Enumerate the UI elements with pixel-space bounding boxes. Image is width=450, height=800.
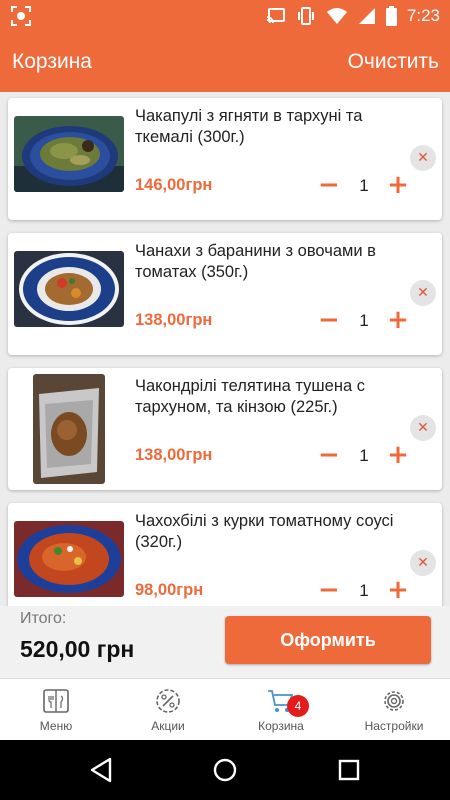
dish-name: Чакондрілі телятина тушена с тархуном, т… xyxy=(135,377,365,416)
tab-label: Акции xyxy=(151,719,185,733)
remove-item-button[interactable]: ✕ xyxy=(410,145,436,171)
dish-price: 98,00грн xyxy=(135,581,204,599)
tab-label: Настройки xyxy=(364,719,424,733)
dish-image xyxy=(14,116,124,192)
increase-quantity-button[interactable]: + xyxy=(386,441,410,471)
wifi-icon xyxy=(326,8,347,24)
quantity-value: 1 xyxy=(359,446,369,465)
remove-item-button[interactable]: ✕ xyxy=(410,415,436,441)
cart-item[interactable]: Чакондрілі телятина тушена с тархуном, т… xyxy=(8,368,442,490)
quantity-value: 1 xyxy=(359,176,369,195)
dish-image xyxy=(33,374,105,484)
total-value: 520,00 грн xyxy=(20,636,135,662)
total-label: Итого: xyxy=(20,610,67,627)
remove-item-button[interactable]: ✕ xyxy=(410,550,436,576)
bottom-tab-bar: Меню Акции 4 Корзина Настройки xyxy=(0,678,450,740)
quantity-value: 1 xyxy=(359,581,369,600)
increase-quantity-button[interactable]: + xyxy=(386,576,410,606)
dish-name: Чахохбілі з курки томатному соусі (320г.… xyxy=(135,512,394,551)
remove-item-button[interactable]: ✕ xyxy=(410,280,436,306)
decrease-quantity-button[interactable]: − xyxy=(318,306,340,336)
decrease-quantity-button[interactable]: − xyxy=(318,441,340,471)
cart-list[interactable]: Чакапулі з ягняти в тархуні та ткемалі (… xyxy=(0,92,450,606)
cart-count-badge: 4 xyxy=(287,695,309,717)
status-bar: 7:23 xyxy=(0,0,450,32)
screenshot-icon xyxy=(11,6,31,26)
increase-quantity-button[interactable]: + xyxy=(386,306,410,336)
gear-icon xyxy=(384,691,404,711)
dish-image xyxy=(14,521,124,597)
tab-settings[interactable]: Настройки xyxy=(338,679,450,741)
decrease-quantity-button[interactable]: − xyxy=(318,171,340,201)
tab-promotions[interactable]: Акции xyxy=(112,679,224,741)
menu-book-icon xyxy=(43,689,69,713)
recents-icon[interactable] xyxy=(334,755,364,785)
vibrate-icon xyxy=(297,7,314,25)
dish-name: Чанахи з баранини з овочами в томатах (3… xyxy=(135,242,376,281)
decrease-quantity-button[interactable]: − xyxy=(318,576,340,606)
cast-icon xyxy=(266,8,285,24)
quantity-value: 1 xyxy=(359,311,369,330)
status-time: 7:23 xyxy=(406,6,440,25)
tab-cart[interactable]: 4 Корзина xyxy=(225,679,337,741)
tab-label: Корзина xyxy=(258,719,304,733)
dish-price: 138,00грн xyxy=(135,446,213,464)
cart-item[interactable]: Чанахи з баранини з овочами в томатах (3… xyxy=(8,233,442,355)
increase-quantity-button[interactable]: + xyxy=(386,171,410,201)
order-summary: Итого: 520,00 грн Оформить xyxy=(0,606,450,678)
battery-icon xyxy=(385,6,397,26)
discount-icon xyxy=(156,689,180,713)
page-title: Корзина xyxy=(12,50,92,73)
cart-item[interactable]: Чакапулі з ягняти в тархуні та ткемалі (… xyxy=(8,98,442,220)
dish-price: 138,00грн xyxy=(135,311,213,329)
tab-label: Меню xyxy=(39,719,73,733)
clear-cart-button[interactable]: Очистить xyxy=(348,50,439,74)
signal-icon xyxy=(358,8,375,24)
tab-menu[interactable]: Меню xyxy=(0,679,112,741)
dish-name: Чакапулі з ягняти в тархуні та ткемалі (… xyxy=(135,107,363,146)
app-bar: Корзина Очистить xyxy=(0,32,450,92)
dish-price: 146,00грн xyxy=(135,176,213,194)
cart-item[interactable]: Чахохбілі з курки томатному соусі (320г.… xyxy=(8,503,442,606)
system-nav-bar xyxy=(0,740,450,800)
back-icon[interactable] xyxy=(86,755,116,785)
dish-image xyxy=(14,251,124,327)
checkout-button[interactable]: Оформить xyxy=(225,616,431,664)
home-icon[interactable] xyxy=(210,755,240,785)
